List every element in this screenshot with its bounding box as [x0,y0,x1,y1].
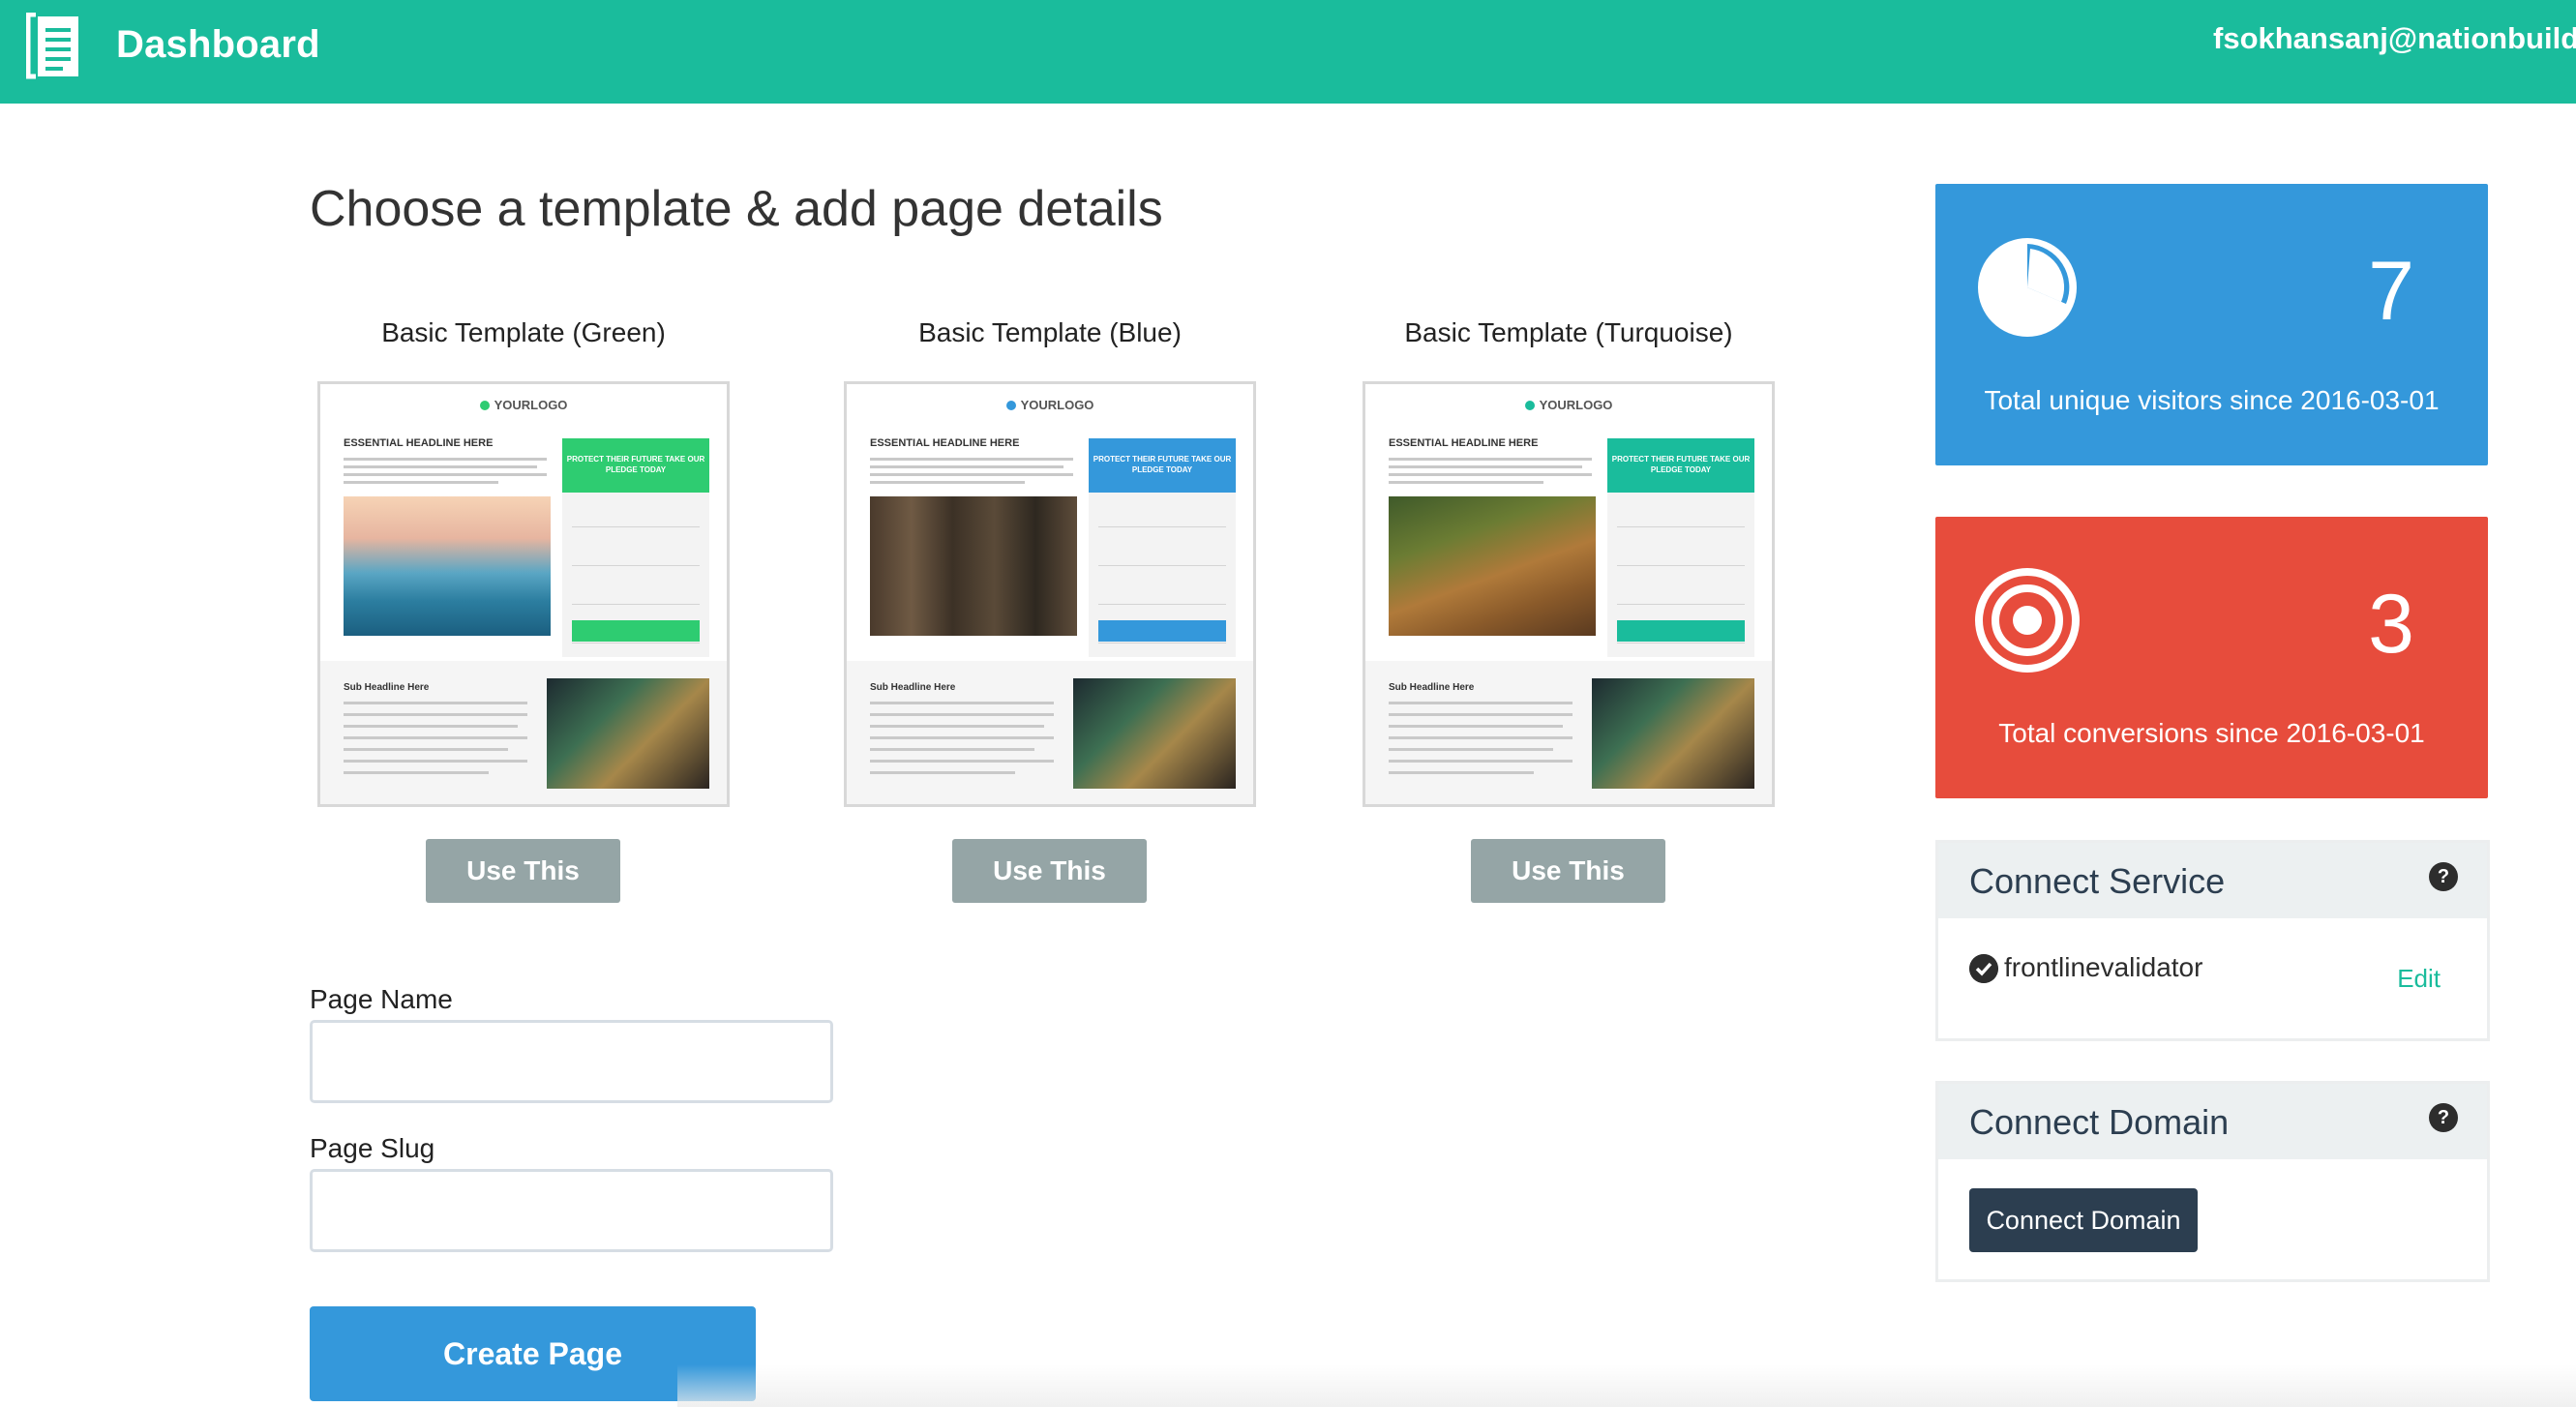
app-title[interactable]: Dashboard [116,23,320,67]
preview-submit [572,620,700,642]
page-slug-input[interactable] [310,1169,833,1252]
conversions-stat-card: 3 Total conversions since 2016-03-01 [1935,517,2488,798]
template-name: Basic Template (Turquoise) [1404,317,1733,347]
preview-submit [1098,620,1226,642]
preview-photo [870,496,1077,636]
preview-sub-headline: Sub Headline Here [1389,682,1475,693]
preview-sub-headline: Sub Headline Here [344,682,430,693]
template-preview[interactable]: YOURLOGO ESSENTIAL HEADLINE HERE PROTECT… [1363,381,1775,807]
template-preview[interactable]: YOURLOGO ESSENTIAL HEADLINE HERE PROTECT… [844,381,1256,807]
preview-cta: PROTECT THEIR FUTURE TAKE OUR PLEDGE TOD… [562,438,709,493]
preview-photo-2 [547,678,709,789]
preview-submit [1617,620,1745,642]
panel-header: Connect Service ? [1938,843,2487,918]
help-icon[interactable]: ? [2429,1103,2458,1132]
use-template-button[interactable]: Use This [952,839,1147,903]
connect-domain-title: Connect Domain [1969,1102,2230,1142]
use-template-button[interactable]: Use This [426,839,620,903]
visitors-count: 7 [2368,245,2414,338]
connect-domain-button[interactable]: Connect Domain [1969,1188,2198,1252]
pie-chart-icon [1978,238,2077,337]
help-icon[interactable]: ? [2429,862,2458,891]
preview-form [1607,493,1754,657]
preview-cta: PROTECT THEIR FUTURE TAKE OUR PLEDGE TOD… [1089,438,1236,493]
connect-domain-panel: Connect Domain ? Connect Domain [1935,1081,2490,1282]
page-slug-label: Page Slug [310,1133,435,1163]
preview-form [1089,493,1236,657]
preview-cta: PROTECT THEIR FUTURE TAKE OUR PLEDGE TOD… [1607,438,1754,493]
check-circle-icon [1969,954,1998,983]
preview-photo [1389,496,1596,636]
page-title: Choose a template & add page details [310,181,1163,237]
preview-photo [344,496,551,636]
bottom-shadow [677,1364,2576,1407]
panel-header: Connect Domain ? [1938,1084,2487,1159]
preview-photo-2 [1592,678,1754,789]
user-email[interactable]: fsokhansanj@nationbuilder.c [2213,21,2576,56]
template-preview[interactable]: YOURLOGO ESSENTIAL HEADLINE HERE PROTECT… [317,381,730,807]
template-name: Basic Template (Green) [381,317,666,347]
template-name: Basic Template (Blue) [918,317,1182,347]
preview-form [562,493,709,657]
preview-logo: YOURLOGO [320,398,727,412]
page-name-input[interactable] [310,1020,833,1103]
preview-photo-2 [1073,678,1236,789]
preview-headline: ESSENTIAL HEADLINE HERE [1389,437,1539,449]
visitors-stat-card: 7 Total unique visitors since 2016-03-01 [1935,184,2488,465]
edit-service-link[interactable]: Edit [2397,964,2441,994]
conversions-count: 3 [2368,578,2414,671]
preview-logo: YOURLOGO [847,398,1253,412]
preview-logo: YOURLOGO [1365,398,1772,412]
conversions-caption: Total conversions since 2016-03-01 [1998,718,2425,748]
target-icon [1975,568,2080,673]
preview-headline: ESSENTIAL HEADLINE HERE [870,437,1020,449]
document-icon[interactable] [26,13,82,80]
preview-headline: ESSENTIAL HEADLINE HERE [344,437,494,449]
service-name: frontlinevalidator [2004,952,2203,982]
preview-sub-headline: Sub Headline Here [870,682,956,693]
connect-service-panel: Connect Service ? frontlinevalidator Edi… [1935,840,2490,1041]
connect-service-title: Connect Service [1969,861,2226,901]
top-bar: Dashboard fsokhansanj@nationbuilder.c [0,0,2576,104]
use-template-button[interactable]: Use This [1471,839,1665,903]
page-name-label: Page Name [310,984,453,1014]
visitors-caption: Total unique visitors since 2016-03-01 [1984,385,2440,415]
